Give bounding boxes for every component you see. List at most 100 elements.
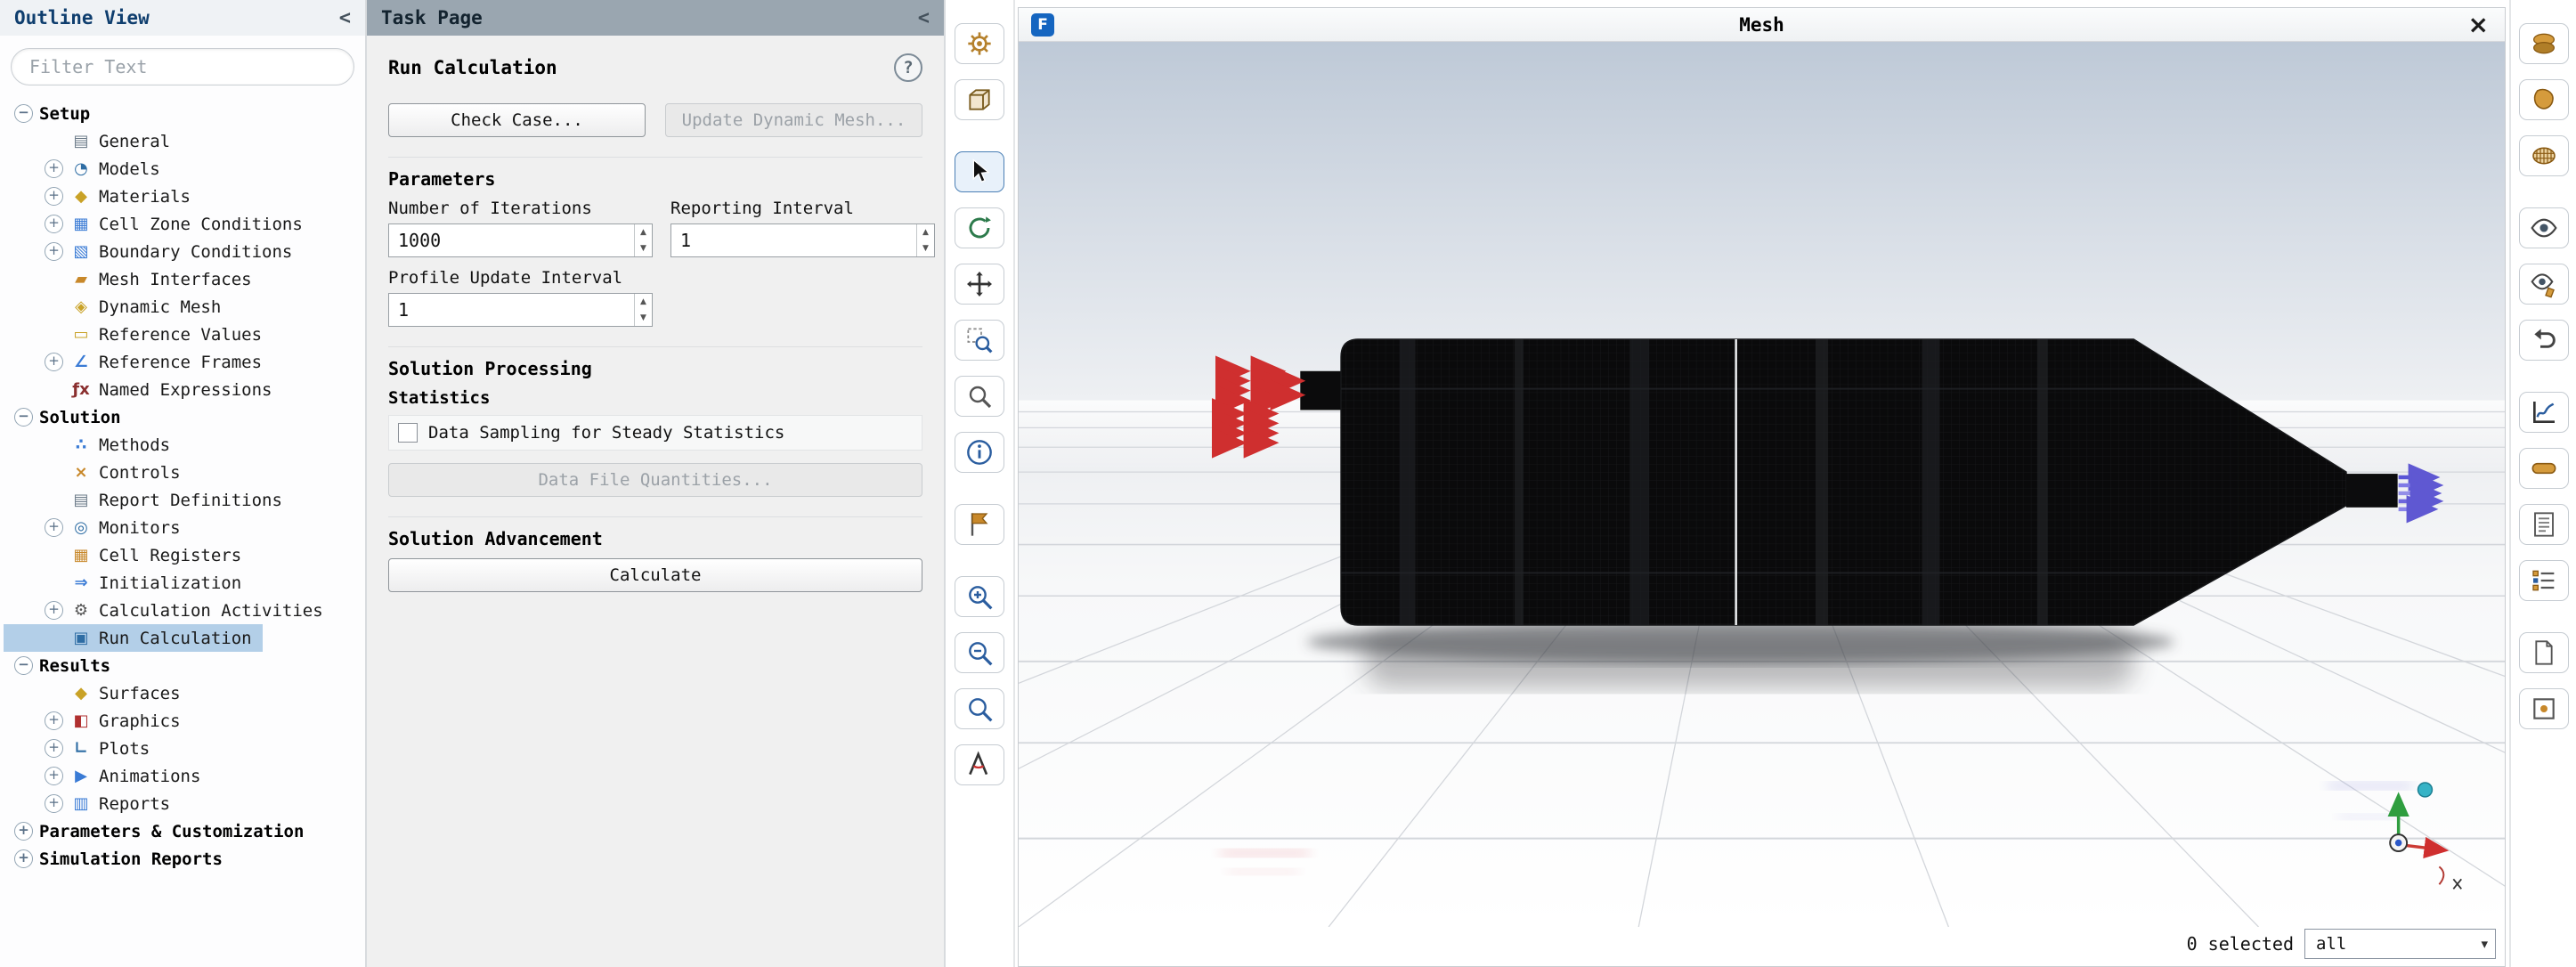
plus-expander-icon[interactable]: + <box>45 353 63 371</box>
tree-item-models[interactable]: +◔Models <box>4 155 171 183</box>
zoom-in-icon[interactable] <box>955 576 1004 617</box>
display-gear-icon[interactable] <box>955 23 1004 64</box>
plus-expander-icon[interactable]: + <box>45 242 63 261</box>
zoom-area-icon[interactable] <box>955 320 1004 361</box>
tree-item-label: Reports <box>99 794 170 814</box>
measure-axes-icon[interactable] <box>955 744 1004 785</box>
reporting-interval-input[interactable] <box>671 224 916 256</box>
tree-item-label: Run Calculation <box>99 629 252 648</box>
plus-expander-icon[interactable]: + <box>45 767 63 785</box>
close-icon[interactable]: × <box>2468 10 2489 39</box>
page-icon[interactable] <box>2519 632 2569 673</box>
eye-edit-icon[interactable] <box>2519 264 2569 305</box>
data-sampling-row[interactable]: Data Sampling for Steady Statistics <box>388 415 922 451</box>
profile-update-input[interactable] <box>389 294 634 326</box>
minus-expander-icon[interactable]: − <box>14 104 33 123</box>
filter-input[interactable] <box>11 48 354 85</box>
iterations-input[interactable] <box>389 224 634 256</box>
probe-magnifier-icon[interactable] <box>955 376 1004 417</box>
tree-item-graphics[interactable]: +◧Graphics <box>4 707 191 735</box>
tree-item-reference-frames[interactable]: +∠Reference Frames <box>4 348 272 376</box>
plus-expander-icon[interactable]: + <box>45 739 63 758</box>
zoom-fit-icon[interactable] <box>955 688 1004 729</box>
tree-item-results[interactable]: −Results <box>4 652 121 679</box>
plus-expander-icon[interactable]: + <box>45 601 63 620</box>
animations-icon: ▶ <box>69 767 93 785</box>
reportdef-icon: ▤ <box>69 491 93 509</box>
display-ellipsoid-icon[interactable] <box>2519 23 2569 64</box>
tree-item-reference-values[interactable]: +▭Reference Values <box>4 321 272 348</box>
fluent-app: Outline View < −Setup+▤General+◔Models+◆… <box>0 0 2576 967</box>
tree-item-mesh-interfaces[interactable]: +▰Mesh Interfaces <box>4 265 263 293</box>
plus-expander-icon[interactable]: + <box>45 711 63 730</box>
plus-expander-icon[interactable]: + <box>14 822 33 841</box>
view-box-icon[interactable] <box>955 79 1004 120</box>
display-blob-icon[interactable] <box>2519 79 2569 120</box>
zoom-out-icon[interactable] <box>955 632 1004 673</box>
tree-item-controls[interactable]: +×Controls <box>4 459 191 486</box>
spin-up-icon[interactable]: ▲ <box>917 224 934 240</box>
tree-item-cell-registers[interactable]: +▦Cell Registers <box>4 541 252 569</box>
minus-expander-icon[interactable]: − <box>14 656 33 675</box>
undo-view-icon[interactable] <box>2519 320 2569 361</box>
cell-dot-icon[interactable] <box>2519 688 2569 729</box>
plus-expander-icon[interactable]: + <box>45 159 63 178</box>
tree-item-reports[interactable]: +▥Reports <box>4 790 181 817</box>
calculate-button[interactable]: Calculate <box>388 558 922 592</box>
tree-item-simulation-reports[interactable]: +Simulation Reports <box>4 845 233 873</box>
tree-item-report-definitions[interactable]: +▤Report Definitions <box>4 486 293 514</box>
tree-item-parameters-customization[interactable]: +Parameters & Customization <box>4 817 314 845</box>
profile-update-spinner[interactable]: ▲ ▼ <box>388 293 653 327</box>
surface-filter-dropdown[interactable]: all ▾ <box>2304 929 2496 959</box>
tree-item-initialization[interactable]: +⇒Initialization <box>4 569 252 597</box>
iterations-spinner[interactable]: ▲ ▼ <box>388 223 653 257</box>
minus-expander-icon[interactable]: − <box>14 408 33 427</box>
spin-down-icon[interactable]: ▼ <box>635 240 652 256</box>
tree-item-general[interactable]: +▤General <box>4 127 181 155</box>
chart-icon[interactable] <box>2519 392 2569 433</box>
data-sampling-checkbox[interactable] <box>398 423 418 443</box>
plus-expander-icon[interactable]: + <box>45 187 63 206</box>
tree-item-methods[interactable]: +∴Methods <box>4 431 181 459</box>
tree-item-dynamic-mesh[interactable]: +◈Dynamic Mesh <box>4 293 232 321</box>
list-icon[interactable] <box>2519 560 2569 601</box>
tree-item-boundary-conditions[interactable]: +▧Boundary Conditions <box>4 238 303 265</box>
meshif-icon: ▰ <box>69 270 93 288</box>
tree-item-run-calculation[interactable]: +▣Run Calculation <box>4 624 263 652</box>
tree-item-calculation-activities[interactable]: +⚙Calculation Activities <box>4 597 334 624</box>
display-mesh-icon[interactable] <box>2519 135 2569 176</box>
tree-item-materials[interactable]: +◆Materials <box>4 183 201 210</box>
plus-expander-icon[interactable]: + <box>14 849 33 868</box>
check-case-button[interactable]: Check Case... <box>388 103 646 137</box>
info-icon[interactable] <box>955 432 1004 473</box>
tree-item-surfaces[interactable]: +◆Surfaces <box>4 679 191 707</box>
task-page-collapse-button[interactable]: < <box>918 7 930 29</box>
plus-expander-icon[interactable]: + <box>45 794 63 813</box>
reporting-interval-spinner[interactable]: ▲ ▼ <box>670 223 935 257</box>
plus-expander-icon[interactable]: + <box>45 518 63 537</box>
tree-item-setup[interactable]: −Setup <box>4 100 101 127</box>
tree-item-plots[interactable]: +∟Plots <box>4 735 160 762</box>
tree-item-named-expressions[interactable]: +ƒxNamed Expressions <box>4 376 282 403</box>
update-dynamic-mesh-button[interactable]: Update Dynamic Mesh... <box>665 103 922 137</box>
pill-icon[interactable] <box>2519 448 2569 489</box>
data-file-quantities-button[interactable]: Data File Quantities... <box>388 463 922 497</box>
plus-expander-icon[interactable]: + <box>45 215 63 233</box>
eye-icon[interactable] <box>2519 207 2569 248</box>
mesh-viewport[interactable] <box>1019 42 2505 927</box>
spin-up-icon[interactable]: ▲ <box>635 224 652 240</box>
tree-item-monitors[interactable]: +◎Monitors <box>4 514 191 541</box>
tree-item-cell-zone-conditions[interactable]: +▦Cell Zone Conditions <box>4 210 313 238</box>
rotate-view-icon[interactable] <box>955 207 1004 248</box>
tree-item-animations[interactable]: +▶Animations <box>4 762 211 790</box>
cursor-icon[interactable] <box>955 151 1004 192</box>
outline-collapse-button[interactable]: < <box>339 7 351 29</box>
spin-down-icon[interactable]: ▼ <box>635 310 652 326</box>
flag-icon[interactable] <box>955 504 1004 545</box>
spin-down-icon[interactable]: ▼ <box>917 240 934 256</box>
pan-view-icon[interactable] <box>955 264 1004 305</box>
help-button[interactable]: ? <box>894 53 922 82</box>
spin-up-icon[interactable]: ▲ <box>635 294 652 310</box>
report-doc-icon[interactable] <box>2519 504 2569 545</box>
tree-item-solution[interactable]: −Solution <box>4 403 132 431</box>
